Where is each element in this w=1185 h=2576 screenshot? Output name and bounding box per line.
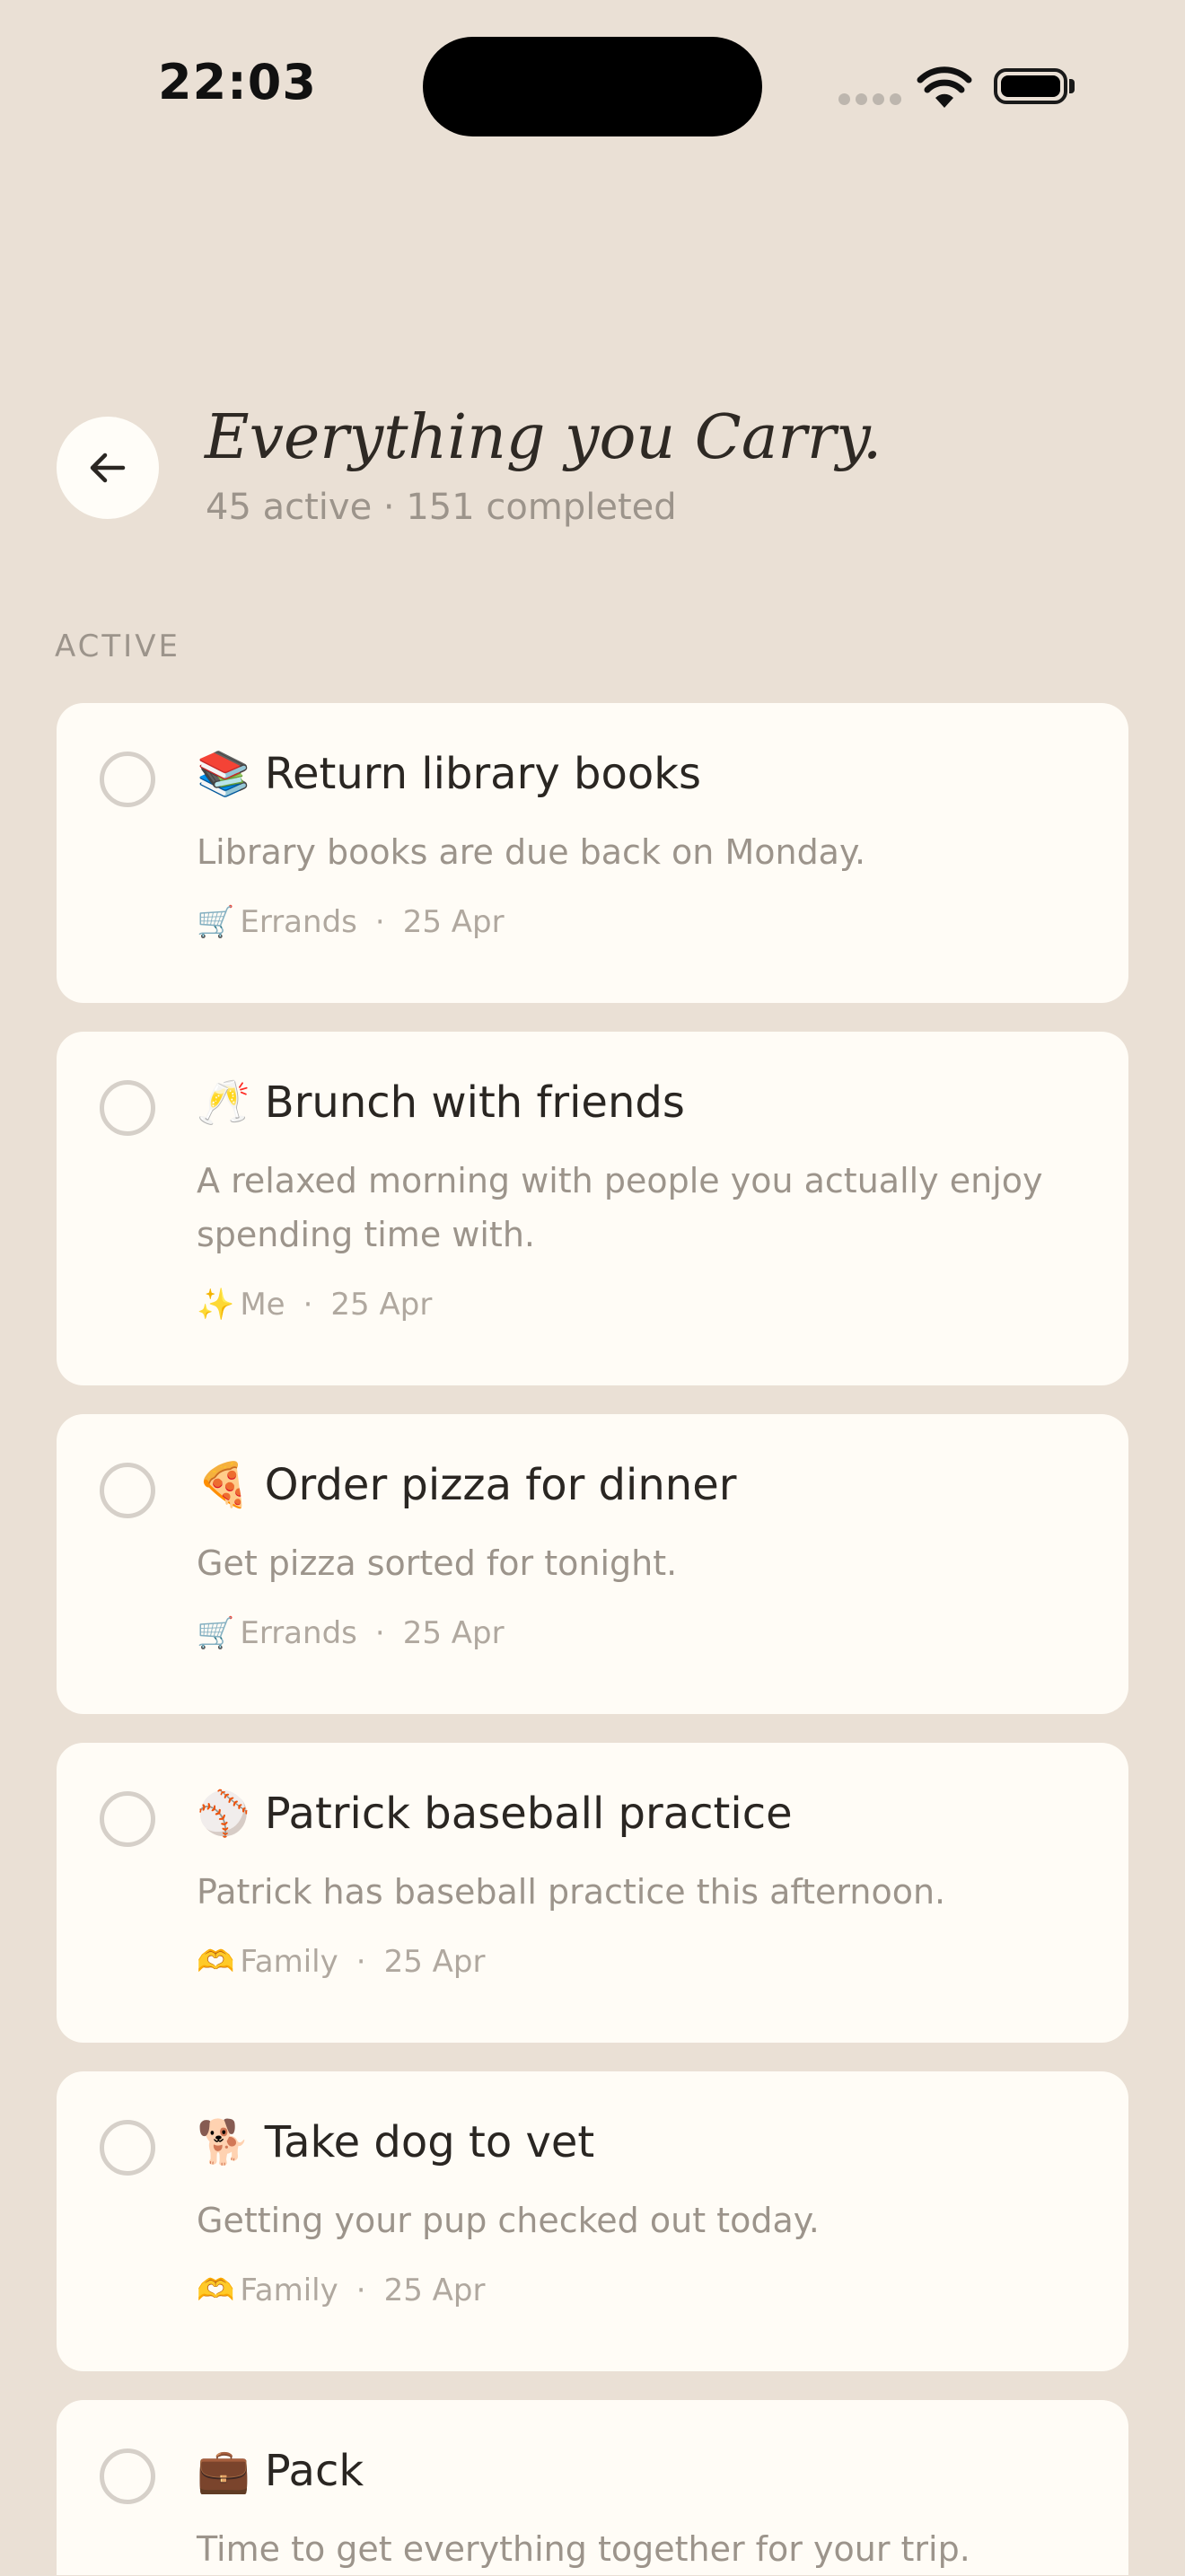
task-title: 💼 Pack xyxy=(197,2445,1093,2496)
task-title: ⚾ Patrick baseball practice xyxy=(197,1788,1093,1839)
task-emoji: 🍕 xyxy=(197,1460,250,1510)
task-title-text: Order pizza for dinner xyxy=(264,1460,737,1510)
task-description: Library books are due back on Monday. xyxy=(197,832,866,872)
task-count-subtitle: 45 active · 151 completed xyxy=(206,487,677,528)
task-emoji: 💼 xyxy=(197,2446,250,2496)
meta-separator: · xyxy=(356,1944,366,1980)
task-card[interactable]: 📚 Return library books Library books are … xyxy=(57,703,1128,1003)
task-card[interactable]: 💼 Pack Time to get everything together fo… xyxy=(57,2400,1128,2575)
meta-separator: · xyxy=(356,2273,366,2308)
task-category: Me xyxy=(240,1287,285,1323)
battery-icon xyxy=(994,68,1067,104)
task-date: 25 Apr xyxy=(330,1287,433,1323)
category-emoji: 🫶 xyxy=(197,1944,235,1980)
task-card[interactable]: ⚾ Patrick baseball practice Patrick has b… xyxy=(57,1743,1128,2043)
task-title: 🥂 Brunch with friends xyxy=(197,1077,1093,1128)
meta-separator: · xyxy=(303,1287,313,1323)
task-card[interactable]: 🥂 Brunch with friends A relaxed morning w… xyxy=(57,1032,1128,1385)
task-date: 25 Apr xyxy=(402,1615,505,1651)
task-description: Get pizza sorted for tonight. xyxy=(197,1543,678,1583)
task-title-text: Return library books xyxy=(264,749,701,799)
task-date: 25 Apr xyxy=(383,1944,486,1980)
category-emoji: ✨ xyxy=(197,1287,235,1323)
task-title: 🐕 Take dog to vet xyxy=(197,2116,1093,2167)
task-meta: 🫶 Family · 25 Apr xyxy=(197,2273,485,2308)
task-meta: 🛒 Errands · 25 Apr xyxy=(197,904,505,940)
task-emoji: 📚 xyxy=(197,749,250,799)
back-button[interactable] xyxy=(57,417,159,519)
task-checkbox[interactable] xyxy=(100,2120,155,2176)
task-checkbox[interactable] xyxy=(100,1080,155,1136)
task-emoji: ⚾ xyxy=(197,1789,250,1839)
task-card[interactable]: 🐕 Take dog to vet Getting your pup checke… xyxy=(57,2071,1128,2371)
cellular-signal-icon xyxy=(838,93,901,105)
task-description: Time to get everything together for your… xyxy=(197,2529,970,2569)
task-title: 📚 Return library books xyxy=(197,748,1093,799)
task-emoji: 🥂 xyxy=(197,1077,250,1128)
task-title-text: Pack xyxy=(264,2446,364,2496)
status-time: 22:03 xyxy=(158,54,317,110)
task-meta: ✨ Me · 25 Apr xyxy=(197,1287,432,1323)
arrow-left-icon xyxy=(90,453,126,483)
wifi-icon xyxy=(917,66,972,108)
section-label-active: ACTIVE xyxy=(55,629,180,664)
task-meta: 🛒 Errands · 25 Apr xyxy=(197,1615,505,1651)
task-title-text: Brunch with friends xyxy=(264,1077,685,1128)
task-category: Errands xyxy=(240,904,357,940)
page-title: Everything you Carry. xyxy=(205,402,882,473)
task-category: Family xyxy=(240,2273,338,2308)
task-date: 25 Apr xyxy=(402,904,505,940)
battery-cap xyxy=(1069,79,1075,93)
task-description: A relaxed morning with people you actual… xyxy=(197,1161,1043,1254)
task-title-text: Patrick baseball practice xyxy=(264,1789,793,1839)
meta-separator: · xyxy=(374,1615,385,1651)
task-checkbox[interactable] xyxy=(100,1463,155,1518)
task-description: Getting your pup checked out today. xyxy=(197,2201,820,2240)
task-emoji: 🐕 xyxy=(197,2117,250,2167)
category-emoji: 🫶 xyxy=(197,2273,235,2308)
task-meta: 🫶 Family · 25 Apr xyxy=(197,1944,485,1980)
task-category: Family xyxy=(240,1944,338,1980)
category-emoji: 🛒 xyxy=(197,1615,235,1651)
dynamic-island xyxy=(423,37,762,136)
task-title: 🍕 Order pizza for dinner xyxy=(197,1459,1093,1510)
task-date: 25 Apr xyxy=(383,2273,486,2308)
task-checkbox[interactable] xyxy=(100,2449,155,2504)
meta-separator: · xyxy=(374,904,385,940)
task-category: Errands xyxy=(240,1615,357,1651)
task-checkbox[interactable] xyxy=(100,1791,155,1847)
task-title-text: Take dog to vet xyxy=(264,2117,595,2167)
category-emoji: 🛒 xyxy=(197,904,235,940)
task-card[interactable]: 🍕 Order pizza for dinner Get pizza sorted… xyxy=(57,1414,1128,1714)
task-checkbox[interactable] xyxy=(100,752,155,807)
task-description: Patrick has baseball practice this after… xyxy=(197,1872,946,1912)
